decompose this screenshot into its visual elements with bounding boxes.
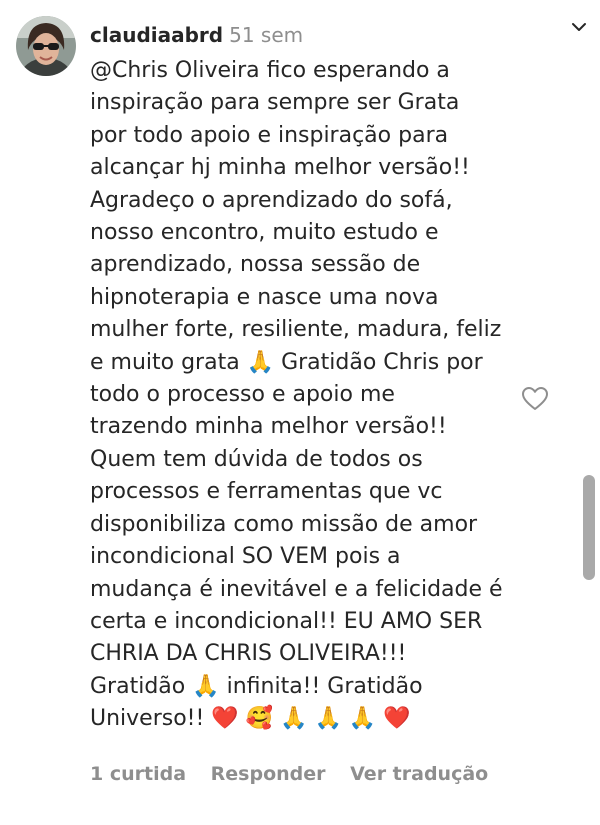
comment-line: hipnoterapia e nasce uma nova — [90, 284, 439, 310]
comment-line: certa e incondicional!! EU AMO SER — [90, 608, 483, 634]
comment-line: aprendizado, nossa sessão de — [90, 252, 421, 278]
translate-button[interactable]: Ver tradução — [350, 763, 488, 785]
comment-page: claudiaabrd 51 sem @Chris Oliveira fico e… — [0, 0, 600, 825]
comment-line: mulher forte, resiliente, madura, feliz — [90, 317, 502, 343]
comment-line: Quem tem dúvida de todos os — [90, 446, 423, 472]
username-link[interactable]: claudiaabrd — [90, 23, 223, 47]
comment-line: alcançar hj minha melhor versão!! — [90, 155, 470, 181]
comment-line: Gratidão 🙏 infinita!! Gratidão — [90, 673, 423, 699]
comment-line: e muito grata 🙏 Gratidão Chris por — [90, 349, 483, 375]
more-options-icon[interactable] — [564, 12, 594, 42]
comment-line: @Chris Oliveira fico esperando a — [90, 58, 450, 83]
comment-line: Agradeço o aprendizado do sofá, — [90, 187, 453, 213]
comment-line: CHRIA DA CHRIS OLIVEIRA!!! — [90, 641, 407, 667]
comment-line: inspiração para sempre ser Grata — [90, 90, 460, 116]
comment-line: nosso encontro, muito estudo e — [90, 220, 439, 246]
reply-button[interactable]: Responder — [211, 763, 326, 785]
scrollbar-thumb[interactable] — [583, 475, 595, 580]
comment-line: Universo!! ❤️ 🥰 🙏 🙏 🙏 ❤️ — [90, 706, 411, 732]
comment-line: mudança é inevitável e a felicidade é — [90, 576, 503, 602]
heart-icon[interactable] — [520, 384, 550, 414]
comment-actions: 1 curtida Responder Ver tradução — [90, 762, 488, 786]
comment-line: disponibiliza como missão de amor — [90, 511, 478, 537]
avatar[interactable] — [16, 16, 76, 76]
comment-line: trazendo minha melhor versão!! — [90, 414, 447, 440]
timestamp: 51 sem — [229, 23, 304, 47]
comment-line: incondicional SO VEM pois a — [90, 544, 401, 570]
comment-header: claudiaabrd 51 sem — [90, 22, 303, 48]
comment-text: @Chris Oliveira fico esperando a inspira… — [90, 55, 515, 736]
comment-line: por todo apoio e inspiração para — [90, 122, 449, 148]
likes-count-link[interactable]: 1 curtida — [90, 763, 186, 785]
comment-line: processos e ferramentas que vc — [90, 479, 443, 505]
avatar-image — [16, 16, 76, 76]
comment-line: todo o processo e apoio me — [90, 382, 395, 408]
